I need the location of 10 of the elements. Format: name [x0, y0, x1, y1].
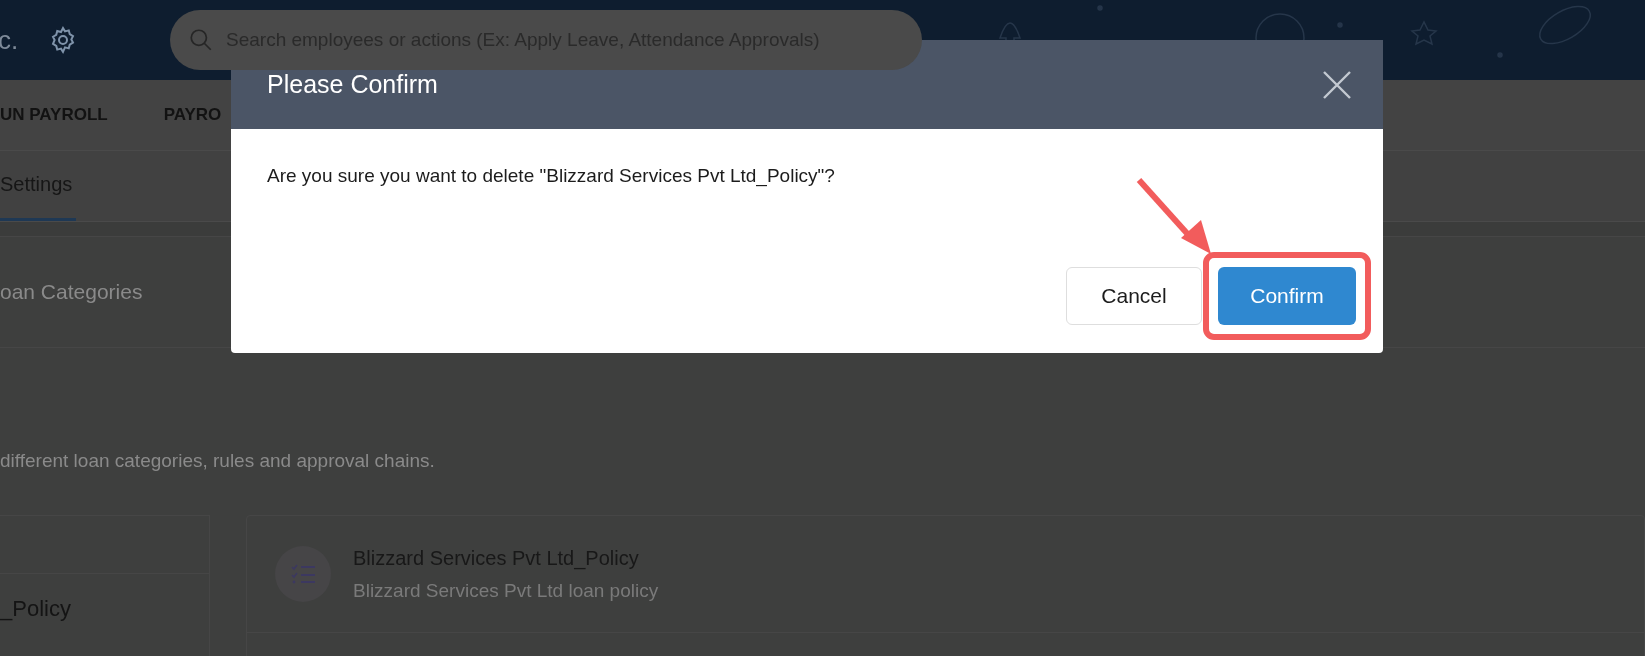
cancel-button[interactable]: Cancel [1066, 267, 1202, 325]
section-title: oan Categories [0, 280, 143, 304]
policy-subtitle: Blizzard Services Pvt Ltd loan policy [353, 579, 659, 602]
confirm-button[interactable]: Confirm [1218, 267, 1356, 325]
dialog-message: Are you sure you want to delete "Blizzard Services Pvt Ltd_Policy"? [267, 165, 835, 186]
search-icon [188, 27, 214, 53]
checklist-icon [275, 546, 331, 602]
close-icon[interactable] [1321, 68, 1353, 101]
section-description: different loan categories, rules and approval chains. [0, 450, 435, 471]
dialog-title: Please Confirm [267, 70, 438, 99]
